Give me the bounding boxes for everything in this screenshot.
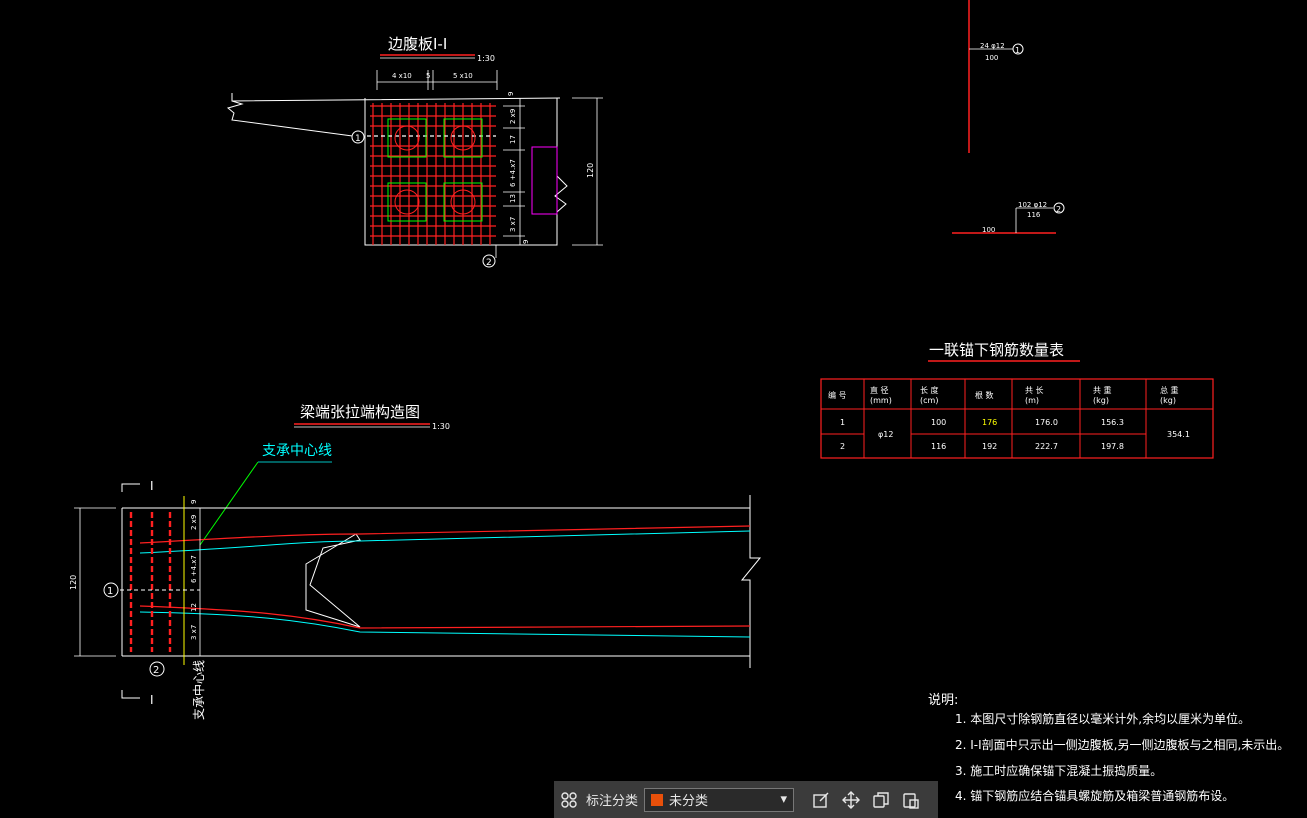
category-swatch xyxy=(651,793,664,806)
dim-6x7: 6 +4.x7 xyxy=(509,159,517,187)
th-length: 长 度(cm) xyxy=(920,385,939,405)
notes-heading: 说明: xyxy=(928,693,958,708)
category-value: 未分类 xyxy=(669,794,709,809)
move-icon[interactable] xyxy=(836,785,866,815)
section-view: 边腹板Ⅰ-Ⅰ 1:30 4 x10 5 5 x10 9 2 x9 17 6 +4… xyxy=(226,35,603,268)
cell-r1-weight: 156.3 xyxy=(1101,418,1124,427)
th-diameter: 直 径(mm) xyxy=(870,385,892,405)
th-total-length: 共 长(m) xyxy=(1025,385,1044,405)
grid-icon[interactable] xyxy=(554,785,584,815)
dim-2x9: 2 x9 xyxy=(509,109,517,124)
cell-r2-count: 192 xyxy=(982,442,997,451)
annotation-toolbar: 标注分类 未分类 ▾ xyxy=(554,781,938,818)
dim-3x7: 3 x7 xyxy=(509,217,517,232)
section-mark-bottom: Ⅰ xyxy=(150,693,154,707)
rebar2-dim: 100 xyxy=(982,226,995,234)
cell-diameter: φ12 xyxy=(878,430,893,439)
toolbar-label: 标注分类 xyxy=(586,794,639,809)
elev-dim-9: 9 xyxy=(190,500,198,504)
notes: 说明: 1. 本图尺寸除钢筋直径以毫米计外,余均以厘米为单位。 2. Ⅰ-Ⅰ剖面… xyxy=(928,693,1289,803)
paste-icon[interactable] xyxy=(896,785,926,815)
rebar-detail-2: 102 φ12 116 100 2 xyxy=(952,201,1065,234)
rebar1-marker: 1 xyxy=(1015,46,1020,55)
elev-dim-120: 120 xyxy=(69,575,78,590)
cell-r1-len: 100 xyxy=(931,418,946,427)
dim-17: 17 xyxy=(509,135,517,144)
edit-icon[interactable] xyxy=(806,785,836,815)
elev-marker-2: 2 xyxy=(153,665,159,676)
rebar2-marker: 2 xyxy=(1056,205,1061,214)
cell-r1-tlen: 176.0 xyxy=(1035,418,1058,427)
elevation-view: 梁端张拉端构造图 1:30 支承中心线 120 2 x9 6 +4.x7 12 … xyxy=(69,403,762,720)
elev-dim-2x9: 2 x9 xyxy=(190,515,198,530)
cell-r1-count: 176 xyxy=(982,418,997,427)
note-1: 1. 本图尺寸除钢筋直径以毫米计外,余均以厘米为单位。 xyxy=(955,711,1250,726)
dim-4x10: 4 x10 xyxy=(392,72,412,80)
cad-drawing[interactable]: 边腹板Ⅰ-Ⅰ 1:30 4 x10 5 5 x10 9 2 x9 17 6 +4… xyxy=(0,0,1307,818)
elevation-scale: 1:30 xyxy=(432,422,450,431)
cell-r2-tlen: 222.7 xyxy=(1035,442,1058,451)
elev-dim-6x7: 6 +4.x7 xyxy=(190,555,198,583)
dim-5: 5 xyxy=(426,72,430,80)
rebar1-label: 24 φ12 xyxy=(980,42,1005,50)
elevation-title: 梁端张拉端构造图 xyxy=(300,403,420,421)
section-mark-top: Ⅰ xyxy=(150,479,154,493)
th-id: 编 号 xyxy=(828,390,847,400)
elev-marker-1: 1 xyxy=(107,586,113,597)
cell-r1-id: 1 xyxy=(840,418,845,427)
elev-dim-12: 12 xyxy=(190,603,198,612)
copy-icon[interactable] xyxy=(866,785,896,815)
dim-13: 13 xyxy=(509,194,517,203)
elev-dim-3x7: 3 x7 xyxy=(190,625,198,640)
rebar2-sub: 116 xyxy=(1027,211,1041,219)
section-marker-1: 1 xyxy=(355,134,361,144)
quantity-table: 一联锚下钢筋数量表 编 号 直 径(mm) 长 度(cm) 根 数 共 长(m)… xyxy=(820,341,1214,459)
category-select[interactable]: 未分类 ▾ xyxy=(644,787,795,812)
cell-r2-weight: 197.8 xyxy=(1101,442,1124,451)
label-support-centerline: 支承中心线 xyxy=(262,443,332,459)
section-scale: 1:30 xyxy=(477,54,495,63)
dim-9-bottom: 9 xyxy=(522,240,530,244)
label-support-centerline-vertical: 支承中心线 xyxy=(191,660,206,720)
chevron-down-icon: ▾ xyxy=(780,792,788,807)
note-2: 2. Ⅰ-Ⅰ剖面中只示出一侧边腹板,另一侧边腹板与之相同,未示出。 xyxy=(955,737,1289,752)
dim-5x10: 5 x10 xyxy=(453,72,473,80)
cell-r2-len: 116 xyxy=(931,442,946,451)
dim-9-top: 9 xyxy=(507,92,515,96)
cell-total: 354.1 xyxy=(1167,430,1190,439)
th-count: 根 数 xyxy=(975,390,994,400)
section-title: 边腹板Ⅰ-Ⅰ xyxy=(388,35,447,53)
note-4: 4. 锚下钢筋应结合锚具螺旋筋及箱梁普通钢筋布设。 xyxy=(955,788,1234,803)
cell-r2-id: 2 xyxy=(840,442,845,451)
rebar2-label: 102 φ12 xyxy=(1018,201,1047,209)
th-total-weight: 总 重(kg) xyxy=(1160,385,1179,405)
dim-120: 120 xyxy=(586,163,595,178)
rebar-detail-1: 24 φ12 100 1 xyxy=(968,0,1024,153)
note-3: 3. 施工时应确保锚下混凝土振捣质量。 xyxy=(955,763,1162,778)
rebar1-sub: 100 xyxy=(985,54,998,62)
th-weight: 共 重(kg) xyxy=(1093,385,1112,405)
table-title: 一联锚下钢筋数量表 xyxy=(929,341,1064,359)
section-marker-2: 2 xyxy=(486,258,492,268)
